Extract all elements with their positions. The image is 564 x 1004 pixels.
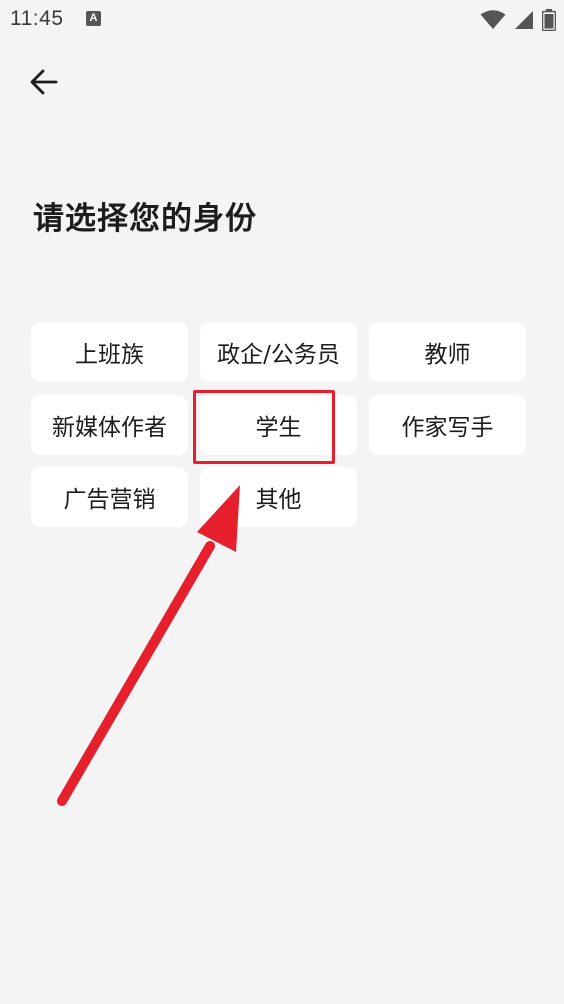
wifi-icon <box>480 10 506 29</box>
status-time: 11:45 <box>10 7 64 30</box>
option-teacher[interactable]: 教师 <box>369 322 526 382</box>
page-title: 请选择您的身份 <box>33 201 257 237</box>
back-button[interactable] <box>26 64 62 100</box>
option-writer[interactable]: 作家写手 <box>369 395 526 455</box>
option-student[interactable]: 学生 <box>200 395 357 455</box>
option-government[interactable]: 政企/公务员 <box>200 322 357 382</box>
option-other[interactable]: 其他 <box>200 467 357 527</box>
status-bar: 11:45 A <box>0 0 564 38</box>
battery-icon <box>542 9 556 31</box>
option-advertising-marketing[interactable]: 广告营销 <box>31 467 188 527</box>
status-icons <box>480 9 556 31</box>
arrow-left-icon <box>30 69 58 95</box>
option-office-worker[interactable]: 上班族 <box>31 322 188 382</box>
notification-app-icon: A <box>86 11 101 26</box>
option-new-media-author[interactable]: 新媒体作者 <box>31 395 188 455</box>
signal-icon <box>515 11 533 29</box>
